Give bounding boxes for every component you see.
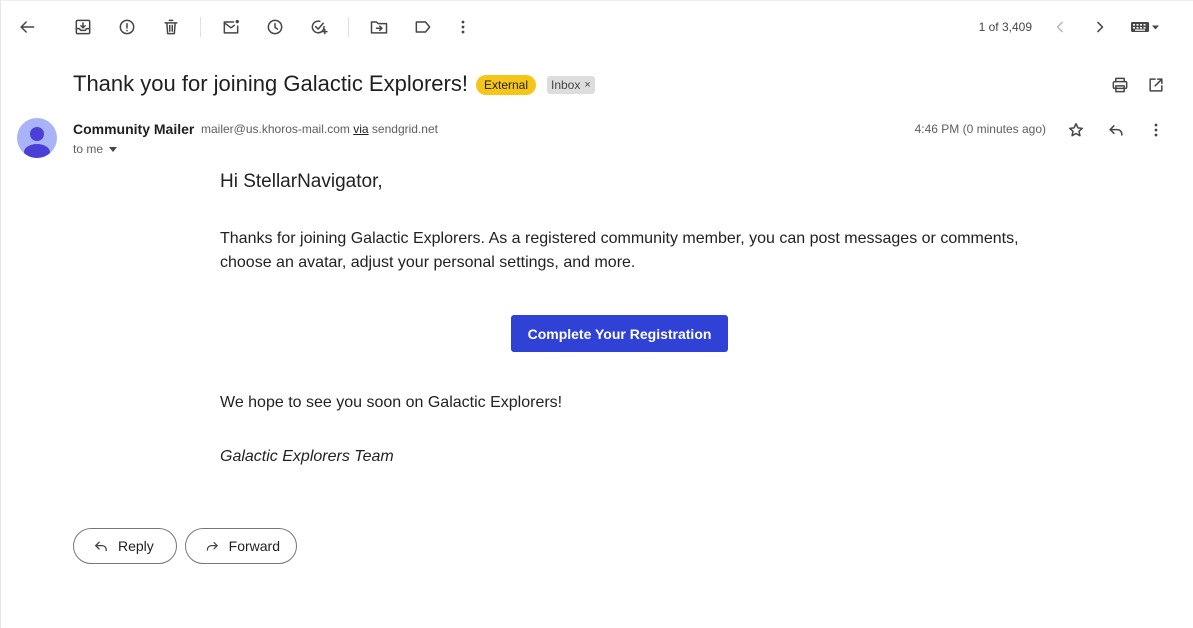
email-paragraph: Thanks for joining Galactic Explorers. A…	[220, 230, 1019, 271]
print-icon	[1112, 77, 1128, 93]
remove-label-button[interactable]: ×	[584, 76, 590, 94]
reply-button[interactable]	[1100, 114, 1132, 146]
sender-details: mailer@us.khoros-mail.com via sendgrid.n…	[201, 122, 438, 136]
move-to-button[interactable]	[363, 11, 395, 43]
newer-button[interactable]	[1044, 11, 1076, 43]
reply-pill-button[interactable]: Reply	[73, 528, 177, 564]
forward-icon	[206, 541, 218, 551]
mark-unread-icon	[223, 19, 239, 34]
person-icon	[24, 127, 50, 158]
reply-icon	[95, 541, 107, 552]
open-in-new-icon	[1149, 78, 1163, 92]
email-greeting: Hi StellarNavigator,	[220, 171, 383, 192]
move-folder-icon	[370, 21, 388, 34]
add-task-button[interactable]	[303, 11, 335, 43]
recipients-label: to me	[73, 142, 104, 156]
toolbar-divider	[348, 17, 349, 37]
add-task-icon	[311, 20, 328, 35]
sender-name[interactable]: Community Mailer	[73, 121, 194, 137]
more-vertical-icon	[1154, 123, 1158, 137]
label-external[interactable]: External	[476, 75, 537, 95]
caret-down-icon	[109, 146, 118, 152]
chevron-right-icon	[1097, 21, 1104, 33]
mark-unread-button[interactable]	[215, 11, 247, 43]
chevron-left-icon	[1056, 21, 1063, 33]
snooze-button[interactable]	[259, 11, 291, 43]
email-signature: Galactic Explorers Team	[220, 448, 394, 465]
labels-button[interactable]	[407, 11, 439, 43]
complete-registration-button[interactable]: Complete Your Registration	[511, 315, 728, 352]
star-button[interactable]	[1060, 114, 1092, 146]
forward-pill-button[interactable]: Forward	[185, 528, 297, 564]
clock-icon	[267, 19, 283, 35]
sender-avatar[interactable]	[17, 118, 57, 158]
reply-icon	[1109, 125, 1123, 136]
back-button[interactable]	[11, 11, 43, 43]
via-domain: sendgrid.net	[371, 122, 438, 136]
recipients-toggle[interactable]: to me	[73, 142, 118, 156]
more-vertical-icon	[461, 20, 465, 34]
email-subject: Thank you for joining Galactic Explorers…	[73, 71, 468, 96]
report-spam-button[interactable]	[111, 11, 143, 43]
label-inbox-text: Inbox	[551, 78, 581, 92]
label-icon	[415, 21, 431, 33]
keyboard-icon	[1131, 22, 1159, 32]
input-tools-button[interactable]	[1124, 11, 1164, 43]
delete-button[interactable]	[155, 11, 187, 43]
report-icon	[119, 19, 135, 35]
star-icon	[1069, 123, 1083, 137]
trash-icon	[164, 19, 178, 35]
sender-email: mailer@us.khoros-mail.com	[201, 122, 350, 136]
via-link[interactable]: via	[353, 122, 368, 136]
more-options-button[interactable]	[447, 11, 479, 43]
open-new-window-button[interactable]	[1140, 69, 1172, 101]
pager-count: 1 of 3,409	[978, 20, 1032, 34]
label-inbox[interactable]: Inbox ×	[547, 76, 595, 94]
print-button[interactable]	[1104, 69, 1136, 101]
archive-button[interactable]	[67, 11, 99, 43]
toolbar-divider	[200, 17, 201, 37]
message-timestamp: 4:46 PM (0 minutes ago)	[914, 122, 1046, 136]
message-more-button[interactable]	[1140, 114, 1172, 146]
arrow-left-icon	[20, 21, 35, 33]
older-button[interactable]	[1084, 11, 1116, 43]
email-closing: We hope to see you soon on Galactic Expl…	[220, 394, 563, 411]
archive-icon	[75, 19, 91, 35]
reply-label: Reply	[118, 538, 154, 554]
forward-label: Forward	[228, 538, 280, 554]
